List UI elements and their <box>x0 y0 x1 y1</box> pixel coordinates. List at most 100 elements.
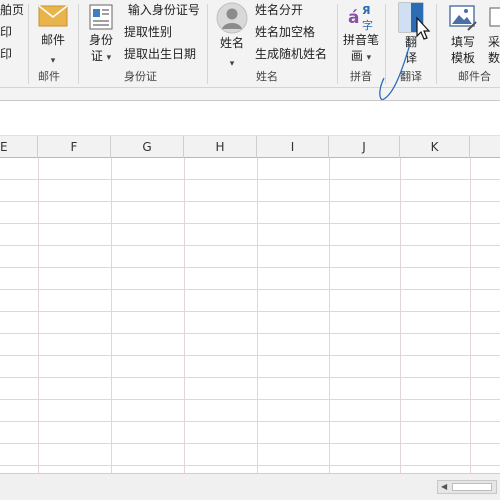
collect-data-label-2: 数 <box>488 51 500 65</box>
collect-data-icon <box>489 7 500 27</box>
envelope-icon <box>38 5 68 27</box>
translate-button[interactable]: 翻 译 <box>392 2 430 66</box>
formula-bar-area[interactable] <box>0 100 500 136</box>
row-gridline <box>0 355 500 356</box>
input-id-number-item[interactable]: 输入身份证号 <box>124 2 200 18</box>
pinyin-stroke-label-2: 画 ▾ <box>340 48 382 66</box>
mail-group-label: 邮件 <box>38 70 60 83</box>
group-separator <box>28 4 29 84</box>
ribbon: 舶页 印 印 邮件 ▾ 邮件 身份 证 ▾ 输入身份证号 提取性别 提取出生日期 <box>0 0 500 88</box>
row-gridline <box>0 311 500 312</box>
row-gridline <box>0 443 500 444</box>
id-group-label: 身份证 <box>124 70 157 83</box>
extract-gender-item[interactable]: 提取性别 <box>124 24 172 40</box>
mailmerge-group-label: 邮件合 <box>458 70 491 83</box>
row-gridline <box>0 179 500 180</box>
pinyin-stroke-label-text: 画 <box>350 49 363 63</box>
column-gridline <box>184 158 185 473</box>
id-card-icon <box>89 4 113 30</box>
translate-icon <box>398 2 424 33</box>
split-name-label: 姓名分开 <box>255 3 304 17</box>
random-name-label: 生成随机姓名 <box>255 47 328 61</box>
column-gridline <box>470 158 471 473</box>
pinyin-icon: á Я 字 <box>346 4 376 32</box>
chevron-down-icon: ▾ <box>229 59 235 69</box>
row-gridline <box>0 201 500 202</box>
column-header-k[interactable]: K <box>400 136 470 158</box>
row-gridline <box>0 377 500 378</box>
ribbon-footer <box>0 88 500 100</box>
random-name-item[interactable]: 生成随机姓名 <box>255 46 327 62</box>
input-id-number-label: 输入身份证号 <box>127 3 200 17</box>
collect-data-label-1: 采 <box>488 35 500 49</box>
pinyin-icon-b: Я <box>362 4 371 17</box>
mail-button-label: 邮件 <box>40 33 65 47</box>
row-gridline <box>0 333 500 334</box>
collect-data-button[interactable]: 采 数 <box>488 2 500 66</box>
translate-group-label: 翻译 <box>400 70 422 83</box>
group-separator <box>436 4 437 84</box>
column-gridline <box>111 158 112 473</box>
fill-template-label-2: 模板 <box>450 51 475 65</box>
extract-birthdate-item[interactable]: 提取出生日期 <box>124 46 196 62</box>
column-header-partial[interactable] <box>470 136 500 158</box>
fill-template-button[interactable]: 填写 模板 <box>443 2 483 66</box>
name-button[interactable]: 姓名 ▾ <box>213 2 251 70</box>
pinyin-group-label: 拼音 <box>350 70 372 83</box>
chevron-down-icon: ▾ <box>106 53 112 63</box>
id-card-button-label-2: 证 ▾ <box>84 48 118 66</box>
sheet-bottom-bar: ◀ <box>0 473 500 500</box>
extract-gender-label: 提取性别 <box>124 25 173 39</box>
column-header-row: E F G H I J K <box>0 136 500 158</box>
id-card-button[interactable]: 身份 证 ▾ <box>84 2 118 66</box>
name-group-label: 姓名 <box>256 70 278 83</box>
group-separator <box>385 4 386 84</box>
column-gridline <box>257 158 258 473</box>
column-header-h[interactable]: H <box>184 136 257 158</box>
pinyin-stroke-label-1: 拼音笔 <box>342 33 379 47</box>
partial-item-3[interactable]: 印 <box>0 46 12 62</box>
chevron-down-icon: ▾ <box>50 56 56 66</box>
pinyin-stroke-button[interactable]: á Я 字 拼音笔 画 ▾ <box>340 2 382 66</box>
partial-item-1[interactable]: 舶页 <box>0 2 24 18</box>
name-add-space-label: 姓名加空格 <box>255 25 316 39</box>
mail-button[interactable]: 邮件 ▾ <box>34 2 72 67</box>
group-separator <box>78 4 79 84</box>
row-gridline <box>0 421 500 422</box>
group-separator <box>337 4 338 84</box>
column-header-j[interactable]: J <box>329 136 400 158</box>
id-card-button-label-1: 身份 <box>88 33 113 47</box>
row-gridline <box>0 399 500 400</box>
column-header-f[interactable]: F <box>38 136 111 158</box>
partial-item-2[interactable]: 印 <box>0 24 12 40</box>
pinyin-icon-c: 字 <box>362 19 373 32</box>
template-picture-icon <box>449 5 477 31</box>
id-card-label-text: 证 <box>90 49 103 63</box>
name-add-space-item[interactable]: 姓名加空格 <box>255 24 315 40</box>
scroll-left-icon[interactable]: ◀ <box>441 482 447 491</box>
fill-template-label-1: 填写 <box>450 35 475 49</box>
split-name-item[interactable]: 姓名分开 <box>255 2 303 18</box>
translate-label-1: 翻 <box>404 35 417 49</box>
extract-birthdate-label: 提取出生日期 <box>124 47 197 61</box>
column-header-g[interactable]: G <box>111 136 184 158</box>
row-gridline <box>0 267 500 268</box>
name-button-label: 姓名 <box>219 36 244 50</box>
row-gridline <box>0 465 500 466</box>
column-header-e[interactable]: E <box>0 136 38 158</box>
chevron-down-icon: ▾ <box>366 53 372 63</box>
pinyin-icon-a: á <box>348 8 360 28</box>
row-gridline <box>0 245 500 246</box>
group-separator <box>207 4 208 84</box>
column-gridline <box>38 158 39 473</box>
person-icon <box>216 2 248 34</box>
horizontal-scrollbar[interactable]: ◀ <box>437 480 497 494</box>
scrollbar-thumb[interactable] <box>452 483 492 491</box>
column-header-i[interactable]: I <box>257 136 329 158</box>
column-gridline <box>400 158 401 473</box>
translate-label-2: 译 <box>404 51 417 65</box>
cell-grid[interactable] <box>0 158 500 473</box>
row-gridline <box>0 289 500 290</box>
column-gridline <box>329 158 330 473</box>
row-gridline <box>0 223 500 224</box>
